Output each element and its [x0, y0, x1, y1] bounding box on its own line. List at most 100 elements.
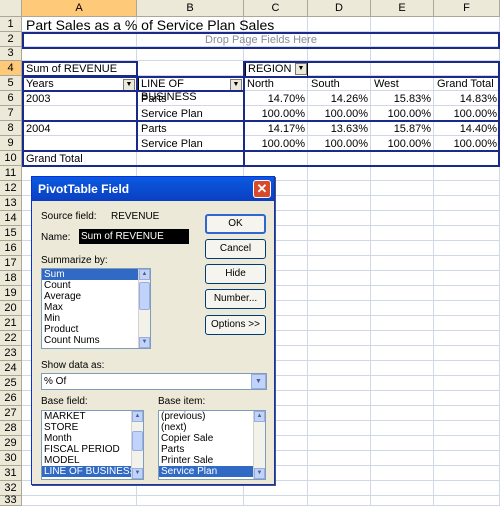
row-header-13[interactable]: 13 [0, 196, 22, 211]
data-cell[interactable]: 15.87% [371, 122, 433, 137]
row-header-28[interactable]: 28 [0, 421, 22, 436]
cancel-button[interactable]: Cancel [205, 239, 266, 259]
line-of-business-field-button[interactable]: LINE OF BUSINESS [138, 77, 244, 103]
options-button[interactable]: Options >> [205, 315, 266, 335]
list-item[interactable]: Max [42, 302, 150, 313]
row-item-line[interactable]: Parts [139, 122, 243, 137]
row-header-31[interactable]: 31 [0, 466, 22, 481]
data-cell[interactable]: 14.83% [434, 92, 499, 107]
data-cell[interactable]: 14.17% [244, 122, 307, 137]
years-field-button[interactable]: Years [23, 77, 137, 92]
data-cell[interactable]: 100.00% [244, 107, 307, 122]
list-item[interactable]: Printer Sale [159, 455, 265, 466]
pivottable-field-dialog[interactable]: PivotTable Field ✕ Source field: REVENUE… [31, 176, 275, 485]
scroll-up-arrow-icon[interactable]: ▲ [254, 411, 265, 422]
row-header-9[interactable]: 9 [0, 136, 22, 151]
row-header-25[interactable]: 25 [0, 376, 22, 391]
ok-button[interactable]: OK [205, 214, 266, 234]
scroll-thumb[interactable] [139, 282, 150, 310]
data-cell[interactable]: 100.00% [434, 137, 499, 152]
column-item-north[interactable]: North [245, 77, 307, 92]
row-header-22[interactable]: 22 [0, 331, 22, 346]
close-icon[interactable]: ✕ [253, 180, 271, 198]
scroll-thumb[interactable] [132, 431, 143, 451]
list-item[interactable]: Count [42, 280, 150, 291]
column-item-grand-total[interactable]: Grand Total [435, 77, 499, 92]
list-item[interactable]: (previous) [159, 411, 265, 422]
data-cell[interactable]: 100.00% [371, 107, 433, 122]
column-header-d[interactable]: D [308, 0, 371, 17]
row-header-33[interactable]: 33 [0, 495, 22, 506]
row-header-1[interactable]: 1 [0, 17, 22, 32]
chevron-down-icon[interactable]: ▼ [251, 374, 266, 389]
row-header-14[interactable]: 14 [0, 211, 22, 226]
scroll-down-arrow-icon[interactable]: ▼ [139, 337, 150, 348]
column-header-c[interactable]: C [244, 0, 308, 17]
row-header-24[interactable]: 24 [0, 361, 22, 376]
row-header-3[interactable]: 3 [0, 47, 22, 61]
row-item-year[interactable]: 2004 [24, 122, 136, 137]
row-header-19[interactable]: 19 [0, 286, 22, 301]
row-header-18[interactable]: 18 [0, 271, 22, 286]
data-cell[interactable]: 100.00% [308, 137, 370, 152]
row-header-12[interactable]: 12 [0, 181, 22, 196]
list-item[interactable]: Count Nums [42, 335, 150, 346]
row-header-4[interactable]: 4 [0, 61, 22, 76]
list-item[interactable]: Sum [42, 269, 150, 280]
scroll-down-arrow-icon[interactable]: ▼ [254, 468, 265, 479]
scroll-down-arrow-icon[interactable]: ▼ [132, 468, 143, 479]
list-item[interactable]: Parts [159, 444, 265, 455]
name-input[interactable]: Sum of REVENUE [79, 229, 189, 244]
data-cell[interactable]: 14.40% [434, 122, 499, 137]
base-item-list[interactable]: (previous) (next) Copier Sale Parts Prin… [158, 410, 266, 480]
list-item[interactable]: Service Plan [159, 466, 265, 477]
data-cell[interactable]: 100.00% [434, 107, 499, 122]
list-item[interactable]: Copier Sale [159, 433, 265, 444]
row-header-30[interactable]: 30 [0, 451, 22, 466]
data-cell[interactable]: 13.63% [308, 122, 370, 137]
row-header-15[interactable]: 15 [0, 226, 22, 241]
list-item[interactable]: (next) [159, 422, 265, 433]
line-of-business-dropdown-arrow-icon[interactable]: ▼ [230, 79, 242, 91]
base-field-scrollbar[interactable]: ▲ ▼ [131, 411, 143, 479]
scroll-up-arrow-icon[interactable]: ▲ [139, 269, 150, 280]
row-header-8[interactable]: 8 [0, 121, 22, 136]
row-header-7[interactable]: 7 [0, 106, 22, 121]
row-header-27[interactable]: 27 [0, 406, 22, 421]
row-header-17[interactable]: 17 [0, 256, 22, 271]
summarize-by-list[interactable]: Sum Count Average Max Min Product Count … [41, 268, 151, 349]
region-dropdown-arrow-icon[interactable]: ▼ [295, 63, 307, 75]
report-title[interactable]: Part Sales as a % of Service Plan Sales [24, 17, 324, 34]
data-cell[interactable]: 100.00% [371, 137, 433, 152]
data-field-button[interactable]: Sum of REVENUE [23, 62, 137, 77]
row-item-year[interactable]: 2003 [24, 92, 136, 107]
row-header-11[interactable]: 11 [0, 166, 22, 181]
summarize-scrollbar[interactable]: ▲ ▼ [138, 269, 150, 348]
row-header-21[interactable]: 21 [0, 316, 22, 331]
list-item[interactable]: Month [42, 433, 143, 444]
select-all-corner[interactable] [0, 0, 22, 17]
data-cell[interactable]: 14.26% [308, 92, 370, 107]
years-dropdown-arrow-icon[interactable]: ▼ [123, 79, 135, 91]
row-item-line[interactable]: Parts [139, 92, 243, 107]
column-header-f[interactable]: F [434, 0, 500, 17]
list-item[interactable]: MODEL [42, 455, 143, 466]
list-item[interactable]: MARKET [42, 411, 143, 422]
row-header-2[interactable]: 2 [0, 32, 22, 47]
row-header-10[interactable]: 10 [0, 151, 22, 166]
base-field-list[interactable]: MARKET STORE Month FISCAL PERIOD MODEL L… [41, 410, 144, 480]
show-data-as-select[interactable]: % Of ▼ [41, 373, 267, 390]
row-header-29[interactable]: 29 [0, 436, 22, 451]
column-item-south[interactable]: South [309, 77, 370, 92]
column-header-b[interactable]: B [137, 0, 244, 17]
list-item[interactable]: LINE OF BUSINESS [42, 466, 143, 477]
row-item-line[interactable]: Service Plan [139, 107, 243, 122]
data-cell[interactable]: 100.00% [308, 107, 370, 122]
page-field-drop-zone[interactable]: Drop Page Fields Here [24, 33, 498, 48]
list-item[interactable]: FISCAL PERIOD [42, 444, 143, 455]
list-item[interactable]: Min [42, 313, 150, 324]
grand-total-row-label[interactable]: Grand Total [24, 152, 136, 167]
data-cell[interactable]: 14.70% [244, 92, 307, 107]
scroll-up-arrow-icon[interactable]: ▲ [132, 411, 143, 422]
row-header-5[interactable]: 5 [0, 76, 22, 91]
